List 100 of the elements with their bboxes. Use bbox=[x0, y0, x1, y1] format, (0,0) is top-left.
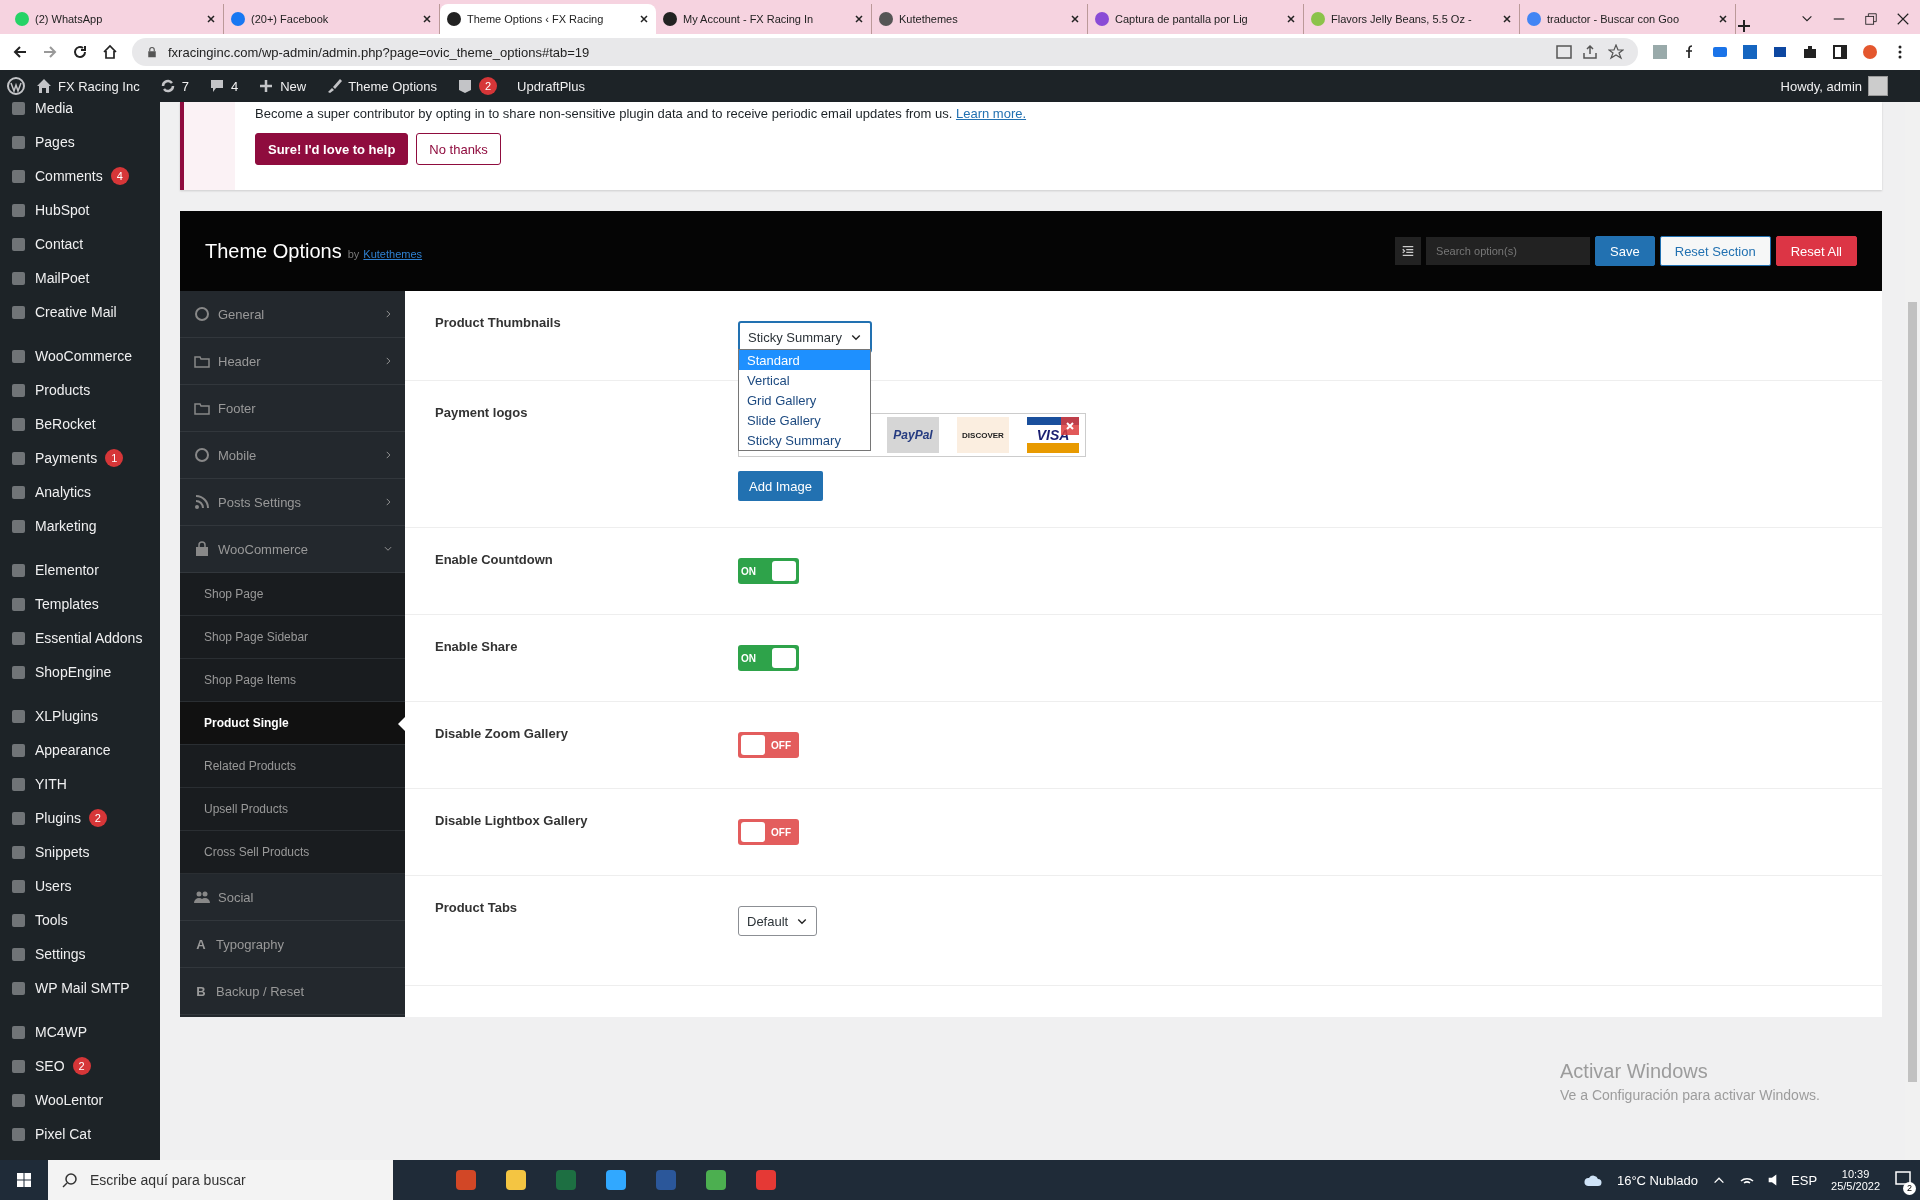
nav-item[interactable]: Footer bbox=[180, 385, 405, 432]
nav-item[interactable]: Mobile bbox=[180, 432, 405, 479]
square-icon bbox=[10, 707, 27, 725]
sidebar-item[interactable]: Plugins 2 bbox=[0, 801, 160, 835]
sidebar-item[interactable]: Marketing bbox=[0, 509, 160, 543]
sidebar-item[interactable]: WooLentor bbox=[0, 1083, 160, 1117]
nav-subitem[interactable]: Cross Sell Products bbox=[180, 831, 405, 874]
nav-item[interactable]: Posts Settings bbox=[180, 479, 405, 526]
nav-item[interactable]: B Backup / Reset bbox=[180, 968, 405, 1015]
save-button[interactable]: Save bbox=[1595, 236, 1655, 266]
admin-bar-item[interactable]: 2 bbox=[447, 70, 507, 102]
admin-bar-item[interactable]: New bbox=[248, 70, 317, 102]
menu-button[interactable] bbox=[1395, 237, 1422, 265]
nav-item[interactable]: Social bbox=[180, 874, 405, 921]
clock[interactable]: 10:39 25/5/2022 bbox=[1831, 1168, 1880, 1192]
square-icon bbox=[10, 561, 27, 579]
field-label: Product Tabs bbox=[435, 900, 518, 915]
sidebar-item[interactable]: Comments 4 bbox=[0, 159, 160, 193]
learn-more-link[interactable]: Learn more. bbox=[955, 106, 1027, 121]
nav-item[interactable]: A Typography bbox=[180, 921, 405, 968]
reset-all-button[interactable]: Reset All bbox=[1775, 236, 1857, 266]
nav-subitem[interactable]: Upsell Products bbox=[180, 788, 405, 831]
author-link[interactable]: Kutethemes bbox=[363, 248, 423, 260]
admin-bar-item[interactable]: 4 bbox=[198, 70, 249, 102]
sidebar-item[interactable]: ShopEngine bbox=[0, 655, 160, 689]
toggle-switch[interactable]: OFF bbox=[738, 732, 799, 758]
sidebar-item[interactable]: Tools bbox=[0, 903, 160, 937]
taskbar-search[interactable]: Escribe aquí para buscar bbox=[48, 1160, 393, 1200]
menu-icon bbox=[1401, 244, 1416, 258]
sidebar-item[interactable]: Elementor bbox=[0, 553, 160, 587]
folder-icon bbox=[194, 353, 210, 369]
nav-item[interactable]: Header bbox=[180, 338, 405, 385]
square-icon bbox=[10, 133, 27, 151]
scrollbar-thumb[interactable] bbox=[1908, 302, 1917, 1082]
close-icon bbox=[1717, 13, 1729, 25]
sidebar-item[interactable]: SEO 2 bbox=[0, 1049, 160, 1083]
plus-icon bbox=[258, 78, 275, 94]
dropdown-option[interactable]: Sticky Summary bbox=[739, 430, 870, 450]
sidebar-item[interactable]: BeRocket bbox=[0, 407, 160, 441]
admin-bar-item[interactable]: UpdraftPlus bbox=[507, 70, 595, 102]
account-menu[interactable]: Howdy, admin bbox=[1780, 76, 1920, 96]
sidebar-item[interactable]: WP Mail SMTP bbox=[0, 971, 160, 1005]
sidebar-item[interactable]: Creative Mail bbox=[0, 295, 160, 329]
watermark-text: Ve a Configuración para activar Windows. bbox=[1560, 1087, 1820, 1103]
admin-bar-item[interactable]: Theme Options bbox=[316, 70, 447, 102]
circle-icon bbox=[14, 11, 30, 27]
nav-subitem[interactable]: Related Products bbox=[180, 745, 405, 788]
sidebar-item[interactable]: MailPoet bbox=[0, 261, 160, 295]
decline-button[interactable]: No thanks bbox=[416, 133, 501, 165]
field-label: Product Thumbnails bbox=[435, 315, 561, 330]
toggle-switch[interactable]: OFF bbox=[738, 819, 799, 845]
sidebar-item[interactable]: Products bbox=[0, 373, 160, 407]
dropdown-option[interactable]: Vertical bbox=[739, 370, 870, 390]
admin-bar-item[interactable]: FX Racing Inc bbox=[26, 70, 150, 102]
circle-icon bbox=[446, 11, 462, 27]
sidebar-item[interactable]: YITH bbox=[0, 767, 160, 801]
square-icon bbox=[10, 415, 27, 433]
sidebar-item[interactable]: Templates bbox=[0, 587, 160, 621]
search-field[interactable]: Search option(s) bbox=[1426, 237, 1591, 265]
dropdown-option[interactable]: Grid Gallery bbox=[739, 390, 870, 410]
close-icon bbox=[1501, 13, 1513, 25]
translate-icon bbox=[1556, 44, 1572, 60]
dropdown-option[interactable]: Slide Gallery bbox=[739, 410, 870, 430]
select-field[interactable]: Default bbox=[738, 906, 818, 936]
sidebar-item[interactable]: XLPlugins bbox=[0, 699, 160, 733]
browser-tab[interactable]: Theme Options ‹ FX Racing bbox=[440, 4, 656, 34]
page-title: Theme Options bbox=[205, 239, 342, 263]
sidebar-item[interactable]: WooCommerce bbox=[0, 339, 160, 373]
add-image-button[interactable]: Add Image bbox=[738, 471, 823, 501]
reset-section-button[interactable]: Reset Section bbox=[1659, 236, 1771, 266]
rss-icon bbox=[194, 494, 210, 510]
nav-subitem[interactable]: Shop Page Sidebar bbox=[180, 616, 405, 659]
sidebar-item[interactable]: Analytics bbox=[0, 475, 160, 509]
sidebar-item[interactable]: Pages bbox=[0, 125, 160, 159]
nav-item[interactable]: General bbox=[180, 291, 405, 338]
sidebar-item[interactable]: MC4WP bbox=[0, 1015, 160, 1049]
sidebar-item[interactable]: Contact bbox=[0, 227, 160, 261]
brush-icon bbox=[326, 78, 343, 94]
spreadsheet-icon bbox=[554, 1168, 578, 1192]
nav-subitem[interactable]: Product Single bbox=[180, 702, 405, 745]
language-indicator[interactable]: ESP bbox=[1791, 1172, 1818, 1188]
square-icon bbox=[10, 449, 27, 467]
sidebar-item[interactable]: Users bbox=[0, 869, 160, 903]
speaker-icon bbox=[1768, 1174, 1778, 1186]
sidebar-item[interactable]: HubSpot bbox=[0, 193, 160, 227]
sidebar-item[interactable]: Essential Addons bbox=[0, 621, 160, 655]
sidebar-item[interactable]: Payments 1 bbox=[0, 441, 160, 475]
home-icon bbox=[36, 78, 52, 94]
sidebar-item[interactable]: Pixel Cat bbox=[0, 1117, 160, 1151]
address-bar[interactable]: fxracinginc.com/wp-admin/admin.php?page=ovic_theme_options#tab=19 bbox=[132, 38, 1638, 66]
admin-bar-item[interactable]: 7 bbox=[149, 70, 199, 102]
sidebar-item[interactable]: Snippets bbox=[0, 835, 160, 869]
sidebar-item[interactable]: Media bbox=[0, 102, 160, 125]
circle-icon bbox=[878, 11, 894, 27]
opt-in-button[interactable]: Sure! I'd love to help bbox=[255, 133, 409, 165]
nav-subitem[interactable]: Shop Page bbox=[180, 573, 405, 616]
sidebar-item[interactable]: Settings bbox=[0, 937, 160, 971]
users-icon bbox=[194, 889, 210, 905]
comment-icon bbox=[208, 78, 225, 94]
sidebar-item[interactable]: Appearance bbox=[0, 733, 160, 767]
